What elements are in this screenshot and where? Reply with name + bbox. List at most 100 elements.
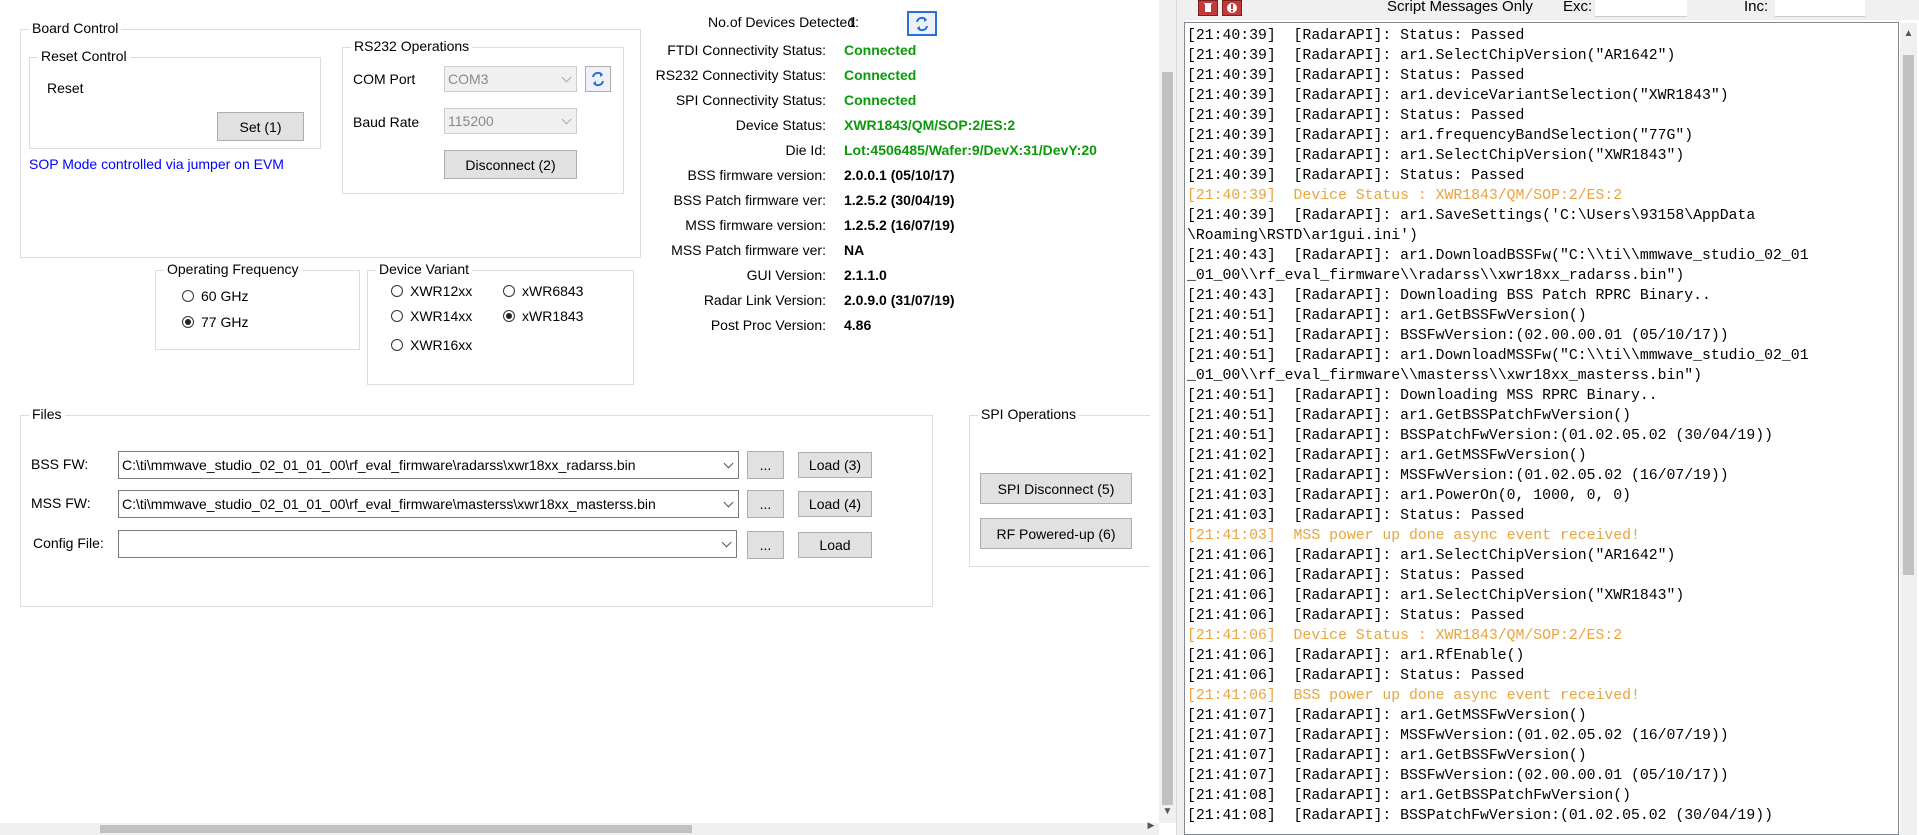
radio-77ghz[interactable]: 77 GHz: [182, 314, 248, 330]
scrollbar-thumb[interactable]: [1903, 55, 1914, 575]
chevron-down-icon: [561, 72, 572, 83]
chevron-down-icon: [721, 537, 732, 548]
log-line: [21:40:39] Device Status : XWR1843/QM/SO…: [1187, 188, 1623, 204]
spi-operations-title: SPI Operations: [978, 406, 1079, 422]
radio-xwr12xx[interactable]: XWR12xx: [391, 283, 472, 299]
radio-circle: [503, 285, 515, 297]
radio-60ghz[interactable]: 60 GHz: [182, 288, 248, 304]
config-load-button[interactable]: Load: [798, 532, 872, 558]
exc-input[interactable]: [1595, 0, 1687, 17]
sop-mode-note: SOP Mode controlled via jumper on EVM: [29, 156, 284, 172]
radio-label: XWR14xx: [410, 308, 473, 324]
config-file-label: Config File:: [33, 535, 104, 551]
log-vertical-scrollbar[interactable]: ▲: [1900, 23, 1917, 835]
radio-label: xWR1843: [522, 308, 584, 324]
status-row-label: BSS firmware version:: [687, 167, 826, 183]
mss-load-button[interactable]: Load (4): [798, 491, 872, 517]
com-port-select[interactable]: COM3: [444, 66, 577, 92]
status-row-value: 1.2.5.2 (30/04/19): [844, 192, 955, 208]
script-toolbar: Script Messages Only Exc: Inc:: [1185, 0, 1919, 20]
radio-circle: [182, 290, 194, 302]
radio-xwr1843[interactable]: xWR1843: [503, 308, 583, 324]
radio-label: xWR6843: [522, 283, 584, 299]
spi-disconnect-button[interactable]: SPI Disconnect (5): [980, 473, 1132, 504]
radio-circle: [391, 310, 403, 322]
mss-browse-button[interactable]: ...: [747, 490, 784, 518]
script-messages-only-label: Script Messages Only: [1387, 0, 1533, 15]
files-title: Files: [29, 406, 65, 422]
log-line: [21:40:39] [RadarAPI]: ar1.SelectChipVer…: [1187, 148, 1685, 164]
stop-icon: [1227, 3, 1237, 13]
log-line: [21:41:06] [RadarAPI]: ar1.SelectChipVer…: [1187, 588, 1685, 604]
log-line: [21:41:07] [RadarAPI]: MSSFwVersion:(01.…: [1187, 728, 1729, 744]
status-row-label: Device Status:: [735, 117, 826, 133]
log-line: [21:40:51] [RadarAPI]: ar1.GetBSSPatchFw…: [1187, 408, 1631, 424]
log-line: [21:41:07] [RadarAPI]: BSSFwVersion:(02.…: [1187, 768, 1729, 784]
set-button[interactable]: Set (1): [217, 112, 304, 141]
radio-xwr14xx[interactable]: XWR14xx: [391, 308, 472, 324]
log-line: [21:41:06] BSS power up done async event…: [1187, 688, 1640, 704]
refresh-devices-button[interactable]: [907, 11, 937, 36]
scroll-down-arrow-icon[interactable]: ▼: [1159, 803, 1176, 820]
left-horizontal-scrollbar[interactable]: ▶: [0, 820, 1159, 835]
log-line: [21:40:39] [RadarAPI]: Status: Passed: [1187, 168, 1525, 184]
status-row-label: Die Id:: [785, 142, 826, 158]
log-line: _01_00\\rf_eval_firmware\\masterss\\xwr1…: [1187, 368, 1703, 384]
clear-log-button[interactable]: [1198, 0, 1218, 16]
operating-frequency-group: Operating Frequency 60 GHz 77 GHz: [155, 261, 360, 350]
log-line: [21:41:06] [RadarAPI]: Status: Passed: [1187, 568, 1525, 584]
script-log[interactable]: [21:40:39] [RadarAPI]: Status: Passed [21…: [1187, 26, 1900, 826]
config-file-select[interactable]: [118, 530, 737, 558]
bss-fw-label: BSS FW:: [31, 456, 89, 472]
radio-xwr16xx[interactable]: XWR16xx: [391, 337, 472, 353]
log-line: [21:41:03] MSS power up done async event…: [1187, 528, 1640, 544]
status-row-value: 4.86: [844, 317, 872, 333]
log-line: [21:40:39] [RadarAPI]: Status: Passed: [1187, 68, 1525, 84]
log-line: [21:41:06] Device Status : XWR1843/QM/SO…: [1187, 628, 1623, 644]
radio-xwr6843[interactable]: xWR6843: [503, 283, 583, 299]
status-row-value: 2.0.9.0 (31/07/19): [844, 292, 955, 308]
status-row-value: NA: [844, 242, 865, 258]
radio-circle: [503, 310, 515, 322]
bss-load-button[interactable]: Load (3): [798, 452, 872, 478]
radio-circle: [391, 339, 403, 351]
inc-label: Inc:: [1744, 0, 1769, 15]
radio-circle: [182, 316, 194, 328]
config-browse-button[interactable]: ...: [747, 531, 784, 559]
refresh-com-button[interactable]: [585, 66, 611, 92]
disconnect-button[interactable]: Disconnect (2): [444, 150, 577, 179]
log-line: [21:40:43] [RadarAPI]: Downloading BSS P…: [1187, 288, 1711, 304]
refresh-icon: [916, 16, 928, 31]
log-line: [21:41:07] [RadarAPI]: ar1.GetMSSFwVersi…: [1187, 708, 1587, 724]
inc-input[interactable]: [1775, 0, 1865, 17]
stop-button[interactable]: [1222, 0, 1242, 16]
status-row-value: Connected: [844, 67, 917, 83]
refresh-icon: [592, 71, 604, 87]
radio-label: XWR16xx: [410, 337, 473, 353]
log-line: _01_00\\rf_eval_firmware\\radarss\\xwr18…: [1187, 268, 1685, 284]
scrollbar-thumb[interactable]: [1162, 72, 1173, 805]
scroll-right-arrow-icon[interactable]: ▶: [1145, 820, 1157, 834]
device-variant-title: Device Variant: [376, 261, 473, 277]
log-line: [21:40:39] [RadarAPI]: ar1.frequencyBand…: [1187, 128, 1694, 144]
chevron-down-icon: [723, 458, 734, 469]
left-vertical-scrollbar[interactable]: ▼: [1159, 0, 1176, 823]
baud-rate-select[interactable]: 115200: [444, 108, 577, 134]
mss-fw-path-select[interactable]: C:\ti\mmwave_studio_02_01_01_00\rf_eval_…: [118, 490, 739, 518]
status-row-label: Radar Link Version:: [703, 292, 826, 308]
bss-browse-button[interactable]: ...: [747, 451, 784, 479]
bss-fw-path-select[interactable]: C:\ti\mmwave_studio_02_01_01_00\rf_eval_…: [118, 451, 739, 479]
log-line: [21:40:51] [RadarAPI]: ar1.GetBSSFwVersi…: [1187, 308, 1587, 324]
status-row-label: FTDI Connectivity Status:: [667, 42, 826, 58]
log-line: [21:41:03] [RadarAPI]: Status: Passed: [1187, 508, 1525, 524]
scrollbar-thumb[interactable]: [100, 825, 692, 833]
scroll-up-arrow-icon[interactable]: ▲: [1900, 25, 1917, 42]
status-row-value: 2.1.1.0: [844, 267, 887, 283]
trash-icon: [1204, 3, 1212, 12]
log-line: [21:41:08] [RadarAPI]: BSSPatchFwVersion…: [1187, 808, 1774, 824]
status-row-value: XWR1843/QM/SOP:2/ES:2: [844, 117, 1016, 133]
rf-powered-up-button[interactable]: RF Powered-up (6): [980, 518, 1132, 549]
log-line: [21:40:51] [RadarAPI]: BSSPatchFwVersion…: [1187, 428, 1774, 444]
rs232-group: RS232 Operations COM Port COM3 Baud Rate…: [342, 38, 624, 194]
log-line: [21:40:51] [RadarAPI]: ar1.DownloadMSSFw…: [1187, 348, 1809, 364]
